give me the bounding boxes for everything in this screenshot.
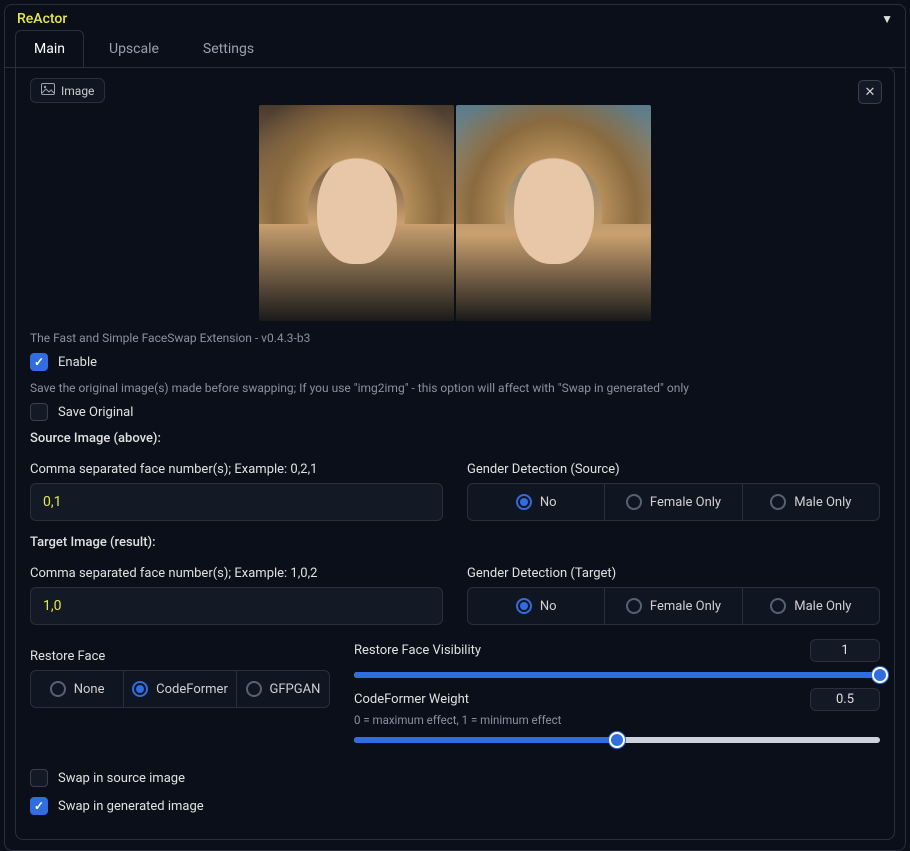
visibility-value[interactable]: 1 (810, 639, 880, 662)
preview-face-right (456, 105, 651, 321)
source-gender-group: No Female Only Male Only (467, 483, 880, 521)
panel-header[interactable]: ReActor ▼ (5, 5, 905, 29)
source-faces-input[interactable] (30, 483, 443, 521)
codeformer-weight-label: CodeFormer Weight (354, 692, 469, 707)
reactor-panel: ReActor ▼ Main Upscale Settings Image ✕ … (4, 4, 906, 851)
preview-face-left (259, 105, 454, 321)
image-badge[interactable]: Image (30, 78, 105, 103)
target-faces-input[interactable] (30, 587, 443, 625)
swap-generated-row: Swap in generated image (30, 797, 880, 815)
enable-row: Enable (30, 353, 880, 371)
swap-generated-checkbox[interactable] (30, 797, 48, 815)
swap-source-row: Swap in source image (30, 769, 880, 787)
restore-face-label: Restore Face (30, 649, 330, 664)
target-field-label: Comma separated face number(s); Example:… (30, 566, 443, 581)
tab-main[interactable]: Main (15, 30, 84, 68)
radio-icon (626, 598, 642, 614)
source-gender-male[interactable]: Male Only (743, 484, 879, 520)
source-field-label: Comma separated face number(s); Example:… (30, 462, 443, 477)
caret-down-icon: ▼ (881, 12, 893, 26)
visibility-label: Restore Face Visibility (354, 643, 481, 658)
enable-label: Enable (58, 355, 97, 370)
source-heading: Source Image (above): (30, 431, 880, 446)
radio-icon (516, 598, 532, 614)
tab-settings[interactable]: Settings (184, 30, 273, 68)
target-gender-female[interactable]: Female Only (605, 588, 742, 624)
save-original-hint: Save the original image(s) made before s… (30, 381, 880, 395)
image-icon (41, 83, 55, 98)
restore-codeformer[interactable]: CodeFormer (124, 671, 237, 707)
codeformer-weight-slider[interactable] (354, 737, 880, 743)
tabs: Main Upscale Settings (5, 29, 905, 68)
extension-description: The Fast and Simple FaceSwap Extension -… (30, 331, 880, 345)
close-button[interactable]: ✕ (858, 80, 882, 104)
enable-checkbox[interactable] (30, 353, 48, 371)
radio-icon (626, 494, 642, 510)
target-heading: Target Image (result): (30, 535, 880, 550)
source-gender-label: Gender Detection (Source) (467, 462, 880, 477)
save-original-checkbox[interactable] (30, 403, 48, 421)
image-preview[interactable] (259, 105, 651, 321)
restore-none[interactable]: None (31, 671, 124, 707)
radio-icon (770, 494, 786, 510)
swap-source-checkbox[interactable] (30, 769, 48, 787)
swap-generated-label: Swap in generated image (58, 799, 204, 814)
tab-upscale[interactable]: Upscale (90, 30, 178, 68)
radio-icon (770, 598, 786, 614)
save-original-row: Save Original (30, 403, 880, 421)
target-gender-male[interactable]: Male Only (743, 588, 879, 624)
target-gender-group: No Female Only Male Only (467, 587, 880, 625)
save-original-label: Save Original (58, 405, 133, 420)
swap-source-label: Swap in source image (58, 771, 185, 786)
restore-face-group: None CodeFormer GFPGAN (30, 670, 330, 708)
radio-icon (50, 681, 66, 697)
target-gender-no[interactable]: No (468, 588, 605, 624)
radio-icon (516, 494, 532, 510)
radio-icon (132, 681, 148, 697)
source-gender-female[interactable]: Female Only (605, 484, 742, 520)
codeformer-weight-value[interactable]: 0.5 (810, 688, 880, 711)
panel-title: ReActor (17, 11, 67, 27)
radio-icon (246, 681, 262, 697)
close-icon: ✕ (865, 85, 876, 100)
image-badge-label: Image (61, 84, 94, 98)
tab-body: Image ✕ The Fast and Simple FaceSwap Ext… (15, 67, 895, 840)
codeformer-weight-hint: 0 = maximum effect, 1 = minimum effect (354, 713, 880, 727)
restore-gfpgan[interactable]: GFPGAN (237, 671, 329, 707)
visibility-slider[interactable] (354, 672, 880, 678)
source-gender-no[interactable]: No (468, 484, 605, 520)
target-gender-label: Gender Detection (Target) (467, 566, 880, 581)
